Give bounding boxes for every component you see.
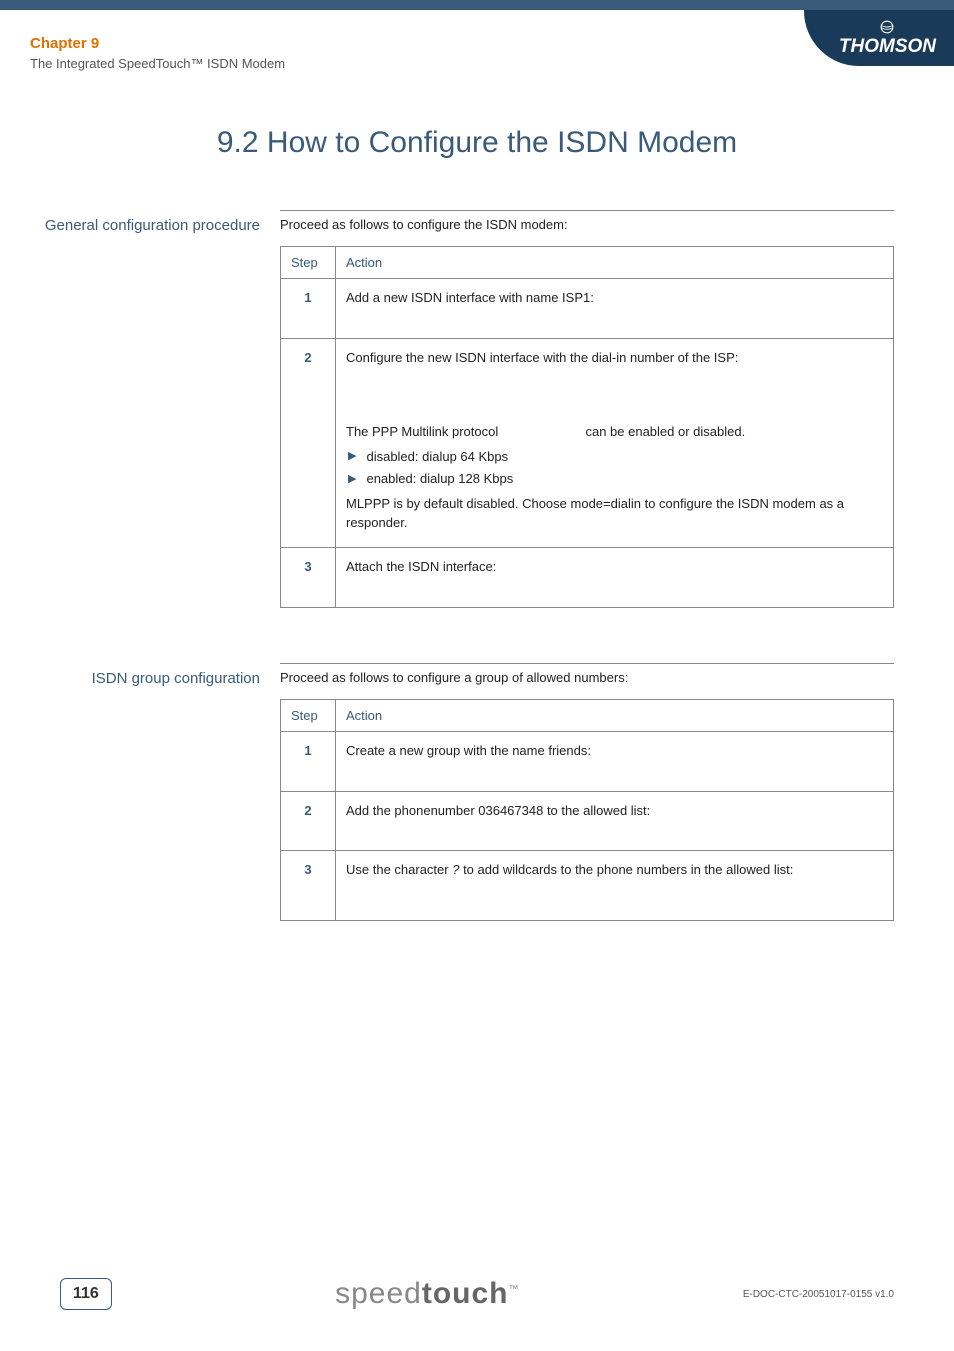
- bullet-text: enabled: dialup 128 Kbps: [366, 470, 513, 489]
- general-config-content: Proceed as follows to configure the ISDN…: [280, 210, 894, 608]
- table-row: 3 Attach the ISDN interface:: [281, 547, 894, 607]
- thomson-globe-icon: [880, 20, 894, 34]
- table-row: 1 Add a new ISDN interface with name ISP…: [281, 279, 894, 339]
- step2-intro: Configure the new ISDN interface with th…: [346, 349, 883, 368]
- bullet-text: disabled: dialup 64 Kbps: [366, 448, 508, 467]
- isdn-group-intro: Proceed as follows to configure a group …: [280, 670, 894, 685]
- step-number: 3: [281, 851, 336, 921]
- col-action-header: Action: [336, 699, 894, 731]
- step-number: 2: [281, 338, 336, 547]
- isdn-group-label: ISDN group configuration: [30, 663, 260, 922]
- general-config-block: General configuration procedure Proceed …: [30, 210, 894, 608]
- list-item: ▶ disabled: dialup 64 Kbps: [346, 448, 883, 467]
- isdn-group-content: Proceed as follows to configure a group …: [280, 663, 894, 922]
- logo-light-part: speed: [335, 1277, 422, 1310]
- document-id: E-DOC-CTC-20051017-0155 v1.0: [743, 1289, 894, 1300]
- logo-trademark: ™: [509, 1284, 520, 1295]
- page-number-box: 116: [60, 1278, 112, 1310]
- isdn-group-table: Step Action 1 Create a new group with th…: [280, 699, 894, 922]
- table-header-row: Step Action: [281, 247, 894, 279]
- isdn-group-block: ISDN group configuration Proceed as foll…: [30, 663, 894, 922]
- page-header: Chapter 9 The Integrated SpeedTouch™ ISD…: [0, 10, 954, 86]
- table-row: 1 Create a new group with the name frien…: [281, 731, 894, 791]
- step-action: Attach the ISDN interface:: [336, 547, 894, 607]
- ppp-options-list: ▶ disabled: dialup 64 Kbps ▶ enabled: dial…: [346, 448, 883, 490]
- col-step-header: Step: [281, 699, 336, 731]
- step2-ppp-line: The PPP Multilink protocol can be enable…: [346, 423, 883, 442]
- step-number: 1: [281, 279, 336, 339]
- step-number: 1: [281, 731, 336, 791]
- step-action: Add a new ISDN interface with name ISP1:: [336, 279, 894, 339]
- thomson-text: THOMSON: [839, 36, 936, 58]
- top-accent-bar: [0, 0, 954, 10]
- general-config-table: Step Action 1 Add a new ISDN interface w…: [280, 246, 894, 608]
- table-row: 2 Add the phonenumber 036467348 to the a…: [281, 791, 894, 851]
- step-action: Use the character ? to add wildcards to …: [336, 851, 894, 921]
- col-action-header: Action: [336, 247, 894, 279]
- step-action: Add the phonenumber 036467348 to the all…: [336, 791, 894, 851]
- step2-mlppp-note: MLPPP is by default disabled. Choose mod…: [346, 495, 883, 533]
- table-row: 3 Use the character ? to add wildcards t…: [281, 851, 894, 921]
- main-content: General configuration procedure Proceed …: [0, 210, 954, 921]
- step-number: 3: [281, 547, 336, 607]
- section-title: 9.2 How to Configure the ISDN Modem: [0, 126, 954, 160]
- chapter-label: Chapter 9: [30, 35, 285, 52]
- table-header-row: Step Action: [281, 699, 894, 731]
- thomson-brand-logo: THOMSON: [804, 10, 954, 66]
- general-config-label: General configuration procedure: [30, 210, 260, 608]
- chapter-title: The Integrated SpeedTouch™ ISDN Modem: [30, 56, 285, 71]
- triangle-bullet-icon: ▶: [348, 472, 356, 488]
- list-item: ▶ enabled: dialup 128 Kbps: [346, 470, 883, 489]
- triangle-bullet-icon: ▶: [348, 449, 356, 465]
- row3-prefix: Use the character: [346, 862, 452, 877]
- step-action: Configure the new ISDN interface with th…: [336, 338, 894, 547]
- ppp-prefix: The PPP Multilink protocol: [346, 424, 498, 439]
- header-left: Chapter 9 The Integrated SpeedTouch™ ISD…: [30, 35, 285, 71]
- logo-bold-part: touch: [422, 1277, 509, 1310]
- ppp-suffix: can be enabled or disabled.: [585, 424, 745, 439]
- page-footer: 116 speedtouch™ E-DOC-CTC-20051017-0155 …: [0, 1277, 954, 1311]
- speedtouch-logo: speedtouch™: [335, 1277, 519, 1311]
- row3-suffix: to add wildcards to the phone numbers in…: [459, 862, 793, 877]
- step-action: Create a new group with the name friends…: [336, 731, 894, 791]
- step-number: 2: [281, 791, 336, 851]
- col-step-header: Step: [281, 247, 336, 279]
- page-number: 116: [73, 1285, 99, 1302]
- general-config-intro: Proceed as follows to configure the ISDN…: [280, 217, 894, 232]
- table-row: 2 Configure the new ISDN interface with …: [281, 338, 894, 547]
